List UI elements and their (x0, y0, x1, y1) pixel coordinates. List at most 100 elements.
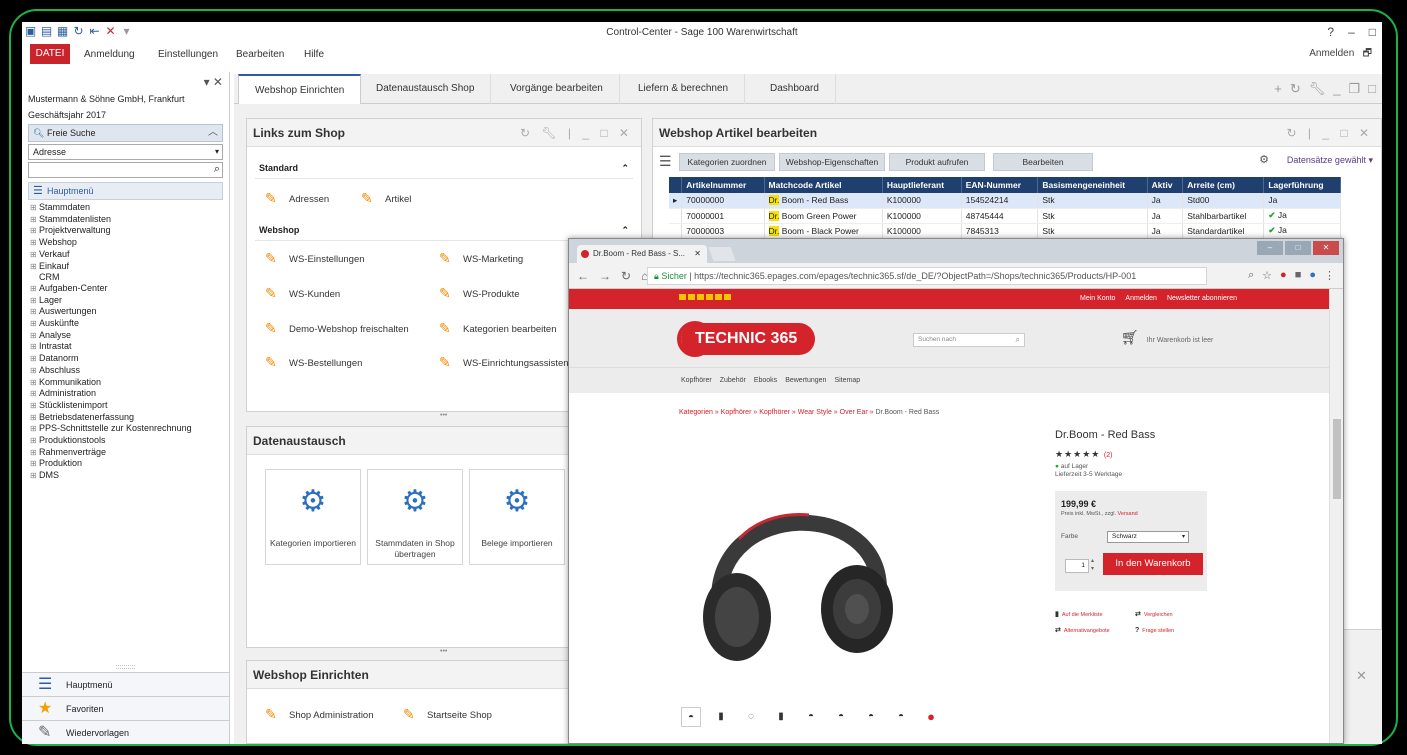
table-row[interactable]: 70000001 Dr. Boom Green Power K100000 48745… (669, 208, 1341, 224)
newsletter-link[interactable]: Newsletter abonnieren (1167, 295, 1237, 302)
nav-wiedervorlagen[interactable]: ✎ Wiedervorlagen (22, 720, 229, 744)
tab-dashboard[interactable]: Dashboard (754, 74, 836, 104)
versand-link[interactable]: Versand (1118, 511, 1138, 517)
expand-icon[interactable]: ⊞ (30, 378, 39, 389)
frage-stellen-link[interactable]: ? Frage stellen (1135, 623, 1215, 639)
nav-hauptmenu[interactable]: ☰ Hauptmenü (22, 672, 229, 696)
add-icon[interactable]: + (1274, 81, 1282, 97)
nav-ebooks[interactable]: Ebooks (754, 368, 777, 393)
panel-controls[interactable]: ↻ 🔧︎ | _ □ ✕ (520, 119, 633, 147)
link-shop-administration[interactable]: ✎ Shop Administration (265, 707, 374, 723)
thumbnail[interactable]: ▮ (711, 707, 731, 727)
thumbnail[interactable]: ▮ (771, 707, 791, 727)
crumb[interactable]: Wear Style (798, 409, 832, 416)
tree-item[interactable]: ⊞ Projektverwaltung (30, 225, 229, 237)
tab-vorgaenge-bearbeiten[interactable]: Vorgänge bearbeiten (494, 74, 620, 104)
column-header[interactable]: Arreite (cm) (1182, 177, 1265, 193)
thumbnail[interactable]: ◓ (891, 707, 911, 727)
expand-icon[interactable]: ⊞ (30, 354, 39, 365)
tree-item[interactable]: ⊞ Produktion (30, 458, 229, 470)
link-ws-produkte[interactable]: ✎ WS-Produkte (439, 286, 520, 302)
tree-item[interactable]: ⊞ Administration (30, 388, 229, 400)
resize-handle[interactable]: :::::::::: (22, 664, 229, 672)
browser-scrollbar[interactable] (1329, 289, 1343, 743)
help-icon[interactable]: ? (1327, 25, 1334, 39)
expand-icon[interactable]: ⊞ (30, 319, 39, 330)
menu-einstellungen[interactable]: Einstellungen (158, 49, 218, 60)
chevron-up-icon[interactable]: ︿ (208, 125, 218, 141)
crumb[interactable]: Kategorien (679, 409, 713, 416)
crumb[interactable]: Kopfhörer (721, 409, 752, 416)
maximize-icon[interactable]: □ (1368, 81, 1376, 97)
link-kategorien-bearbeiten[interactable]: ✎ Kategorien bearbeiten (439, 321, 557, 337)
expand-icon[interactable]: ⊞ (30, 366, 39, 377)
menu-hilfe[interactable]: Hilfe (304, 49, 324, 60)
forward-arrow-icon[interactable]: → (599, 269, 611, 283)
webshop-eigenschaften-button[interactable]: Webshop-Eigenschaften (779, 153, 885, 171)
expand-icon[interactable]: ⊞ (30, 307, 39, 318)
search-icon[interactable]: ⌕ (1016, 334, 1020, 346)
tree-item[interactable]: ⊞ Kommunikation (30, 377, 229, 389)
table-row[interactable]: 70000003 Dr. Boom - Black Power K100000 784… (669, 223, 1341, 239)
crumb[interactable]: Kopfhörer (759, 409, 790, 416)
tree-item[interactable]: ⊞ Analyse (30, 330, 229, 342)
menu-bearbeiten[interactable]: Bearbeiten (236, 49, 284, 60)
url-field[interactable]: 🔒︎ Sicher | https://technic365.epages.co… (647, 267, 1207, 285)
link-ws-einstellungen[interactable]: ✎ WS-Einstellungen (265, 251, 365, 267)
tree-item[interactable]: ⊞ Datanorm (30, 353, 229, 365)
tree-item[interactable]: ⊞ Einkauf (30, 261, 229, 273)
free-search-header[interactable]: 🔍︎ Freie Suche ︿ (28, 124, 223, 142)
anmelden-link[interactable]: Anmelden 🗗 (1309, 46, 1372, 63)
farbe-select[interactable]: Schwarz ▾ (1107, 531, 1189, 543)
expand-icon[interactable]: ⊞ (30, 238, 39, 249)
nav-zubehoer[interactable]: Zubehör (720, 368, 746, 393)
expand-icon[interactable]: ⊞ (30, 284, 39, 295)
tile-kategorien-importieren[interactable]: ⚙ Kategorien importieren (265, 469, 361, 565)
tree-item[interactable]: ⊞ Stammdaten (30, 202, 229, 214)
new-tab-button[interactable] (708, 247, 736, 261)
column-header[interactable]: Matchcode Artikel (764, 177, 883, 193)
link-adressen[interactable]: ✎ Adressen (265, 191, 329, 207)
datensaetze-dropdown[interactable]: Datensätze gewählt ▾ (1287, 155, 1373, 166)
wrench-icon[interactable]: 🔧︎ (1309, 81, 1326, 97)
menu-dots-icon[interactable]: ⋮ (1324, 269, 1335, 282)
tree-item[interactable]: ⊞ Aufgaben-Center (30, 283, 229, 295)
close-icon[interactable]: ✕ (1313, 241, 1339, 255)
table-row[interactable]: ▸ 70000000 Dr. Boom - Red Bass K100000 15452… (669, 193, 1341, 209)
main-menu-header[interactable]: ☰ Hauptmenü (28, 182, 223, 200)
close-tab-icon[interactable]: ✕ (694, 245, 701, 263)
thumbnail[interactable]: ◌ (741, 707, 761, 727)
shop-search-input[interactable]: Suchen nach ⌕ (913, 333, 1025, 347)
column-header[interactable]: Hauptlieferant (882, 177, 962, 193)
hamburger-icon[interactable]: ☰ (659, 153, 672, 170)
column-header[interactable]: Lagerführung (1263, 177, 1341, 193)
tab-liefern-berechnen[interactable]: Liefern & berechnen (622, 74, 746, 104)
expand-icon[interactable]: ⊞ (30, 203, 39, 214)
thumbnail[interactable]: ◓ (681, 707, 701, 727)
tree-item[interactable]: ⊞ Produktionstools (30, 435, 229, 447)
link-demo-webshop[interactable]: ✎ Demo-Webshop freischalten (265, 321, 409, 337)
nav-bewertungen[interactable]: Bewertungen (785, 368, 826, 393)
tile-belege-importieren[interactable]: ⚙ Belege importieren (469, 469, 565, 565)
expand-icon[interactable]: ⊞ (30, 226, 39, 237)
settings-icon[interactable]: ⚙ (1259, 153, 1269, 166)
nav-favoriten[interactable]: ★ Favoriten (22, 696, 229, 720)
tree-item[interactable]: ⊞ Lager (30, 295, 229, 307)
tile-stammdaten-uebertragen[interactable]: ⚙ Stammdaten in Shop übertragen (367, 469, 463, 565)
expand-icon[interactable]: ⊞ (30, 250, 39, 261)
add-to-cart-button[interactable]: In den Warenkorb (1103, 553, 1203, 575)
refresh-icon[interactable]: ↻ (1290, 81, 1301, 97)
search-input[interactable]: ⌕ (28, 162, 223, 178)
nav-sitemap[interactable]: Sitemap (834, 368, 860, 393)
kategorien-zuordnen-button[interactable]: Kategorien zuordnen (679, 153, 775, 171)
back-arrow-icon[interactable]: ← (577, 269, 589, 283)
magnifier-icon[interactable]: ⌕ (214, 163, 220, 176)
link-ws-kunden[interactable]: ✎ WS-Kunden (265, 286, 340, 302)
column-header[interactable]: Artikelnummer (681, 177, 765, 193)
shop-cart[interactable]: 🛒︎ Ihr Warenkorb ist leer (1121, 329, 1213, 346)
product-image[interactable] (679, 479, 919, 679)
quantity-input[interactable]: 1 (1065, 559, 1089, 573)
merkliste-link[interactable]: ▮ Auf die Merkliste (1055, 607, 1135, 623)
tree-item[interactable]: ⊞ Webshop (30, 237, 229, 249)
extension-blue-icon[interactable]: ● (1309, 269, 1316, 282)
